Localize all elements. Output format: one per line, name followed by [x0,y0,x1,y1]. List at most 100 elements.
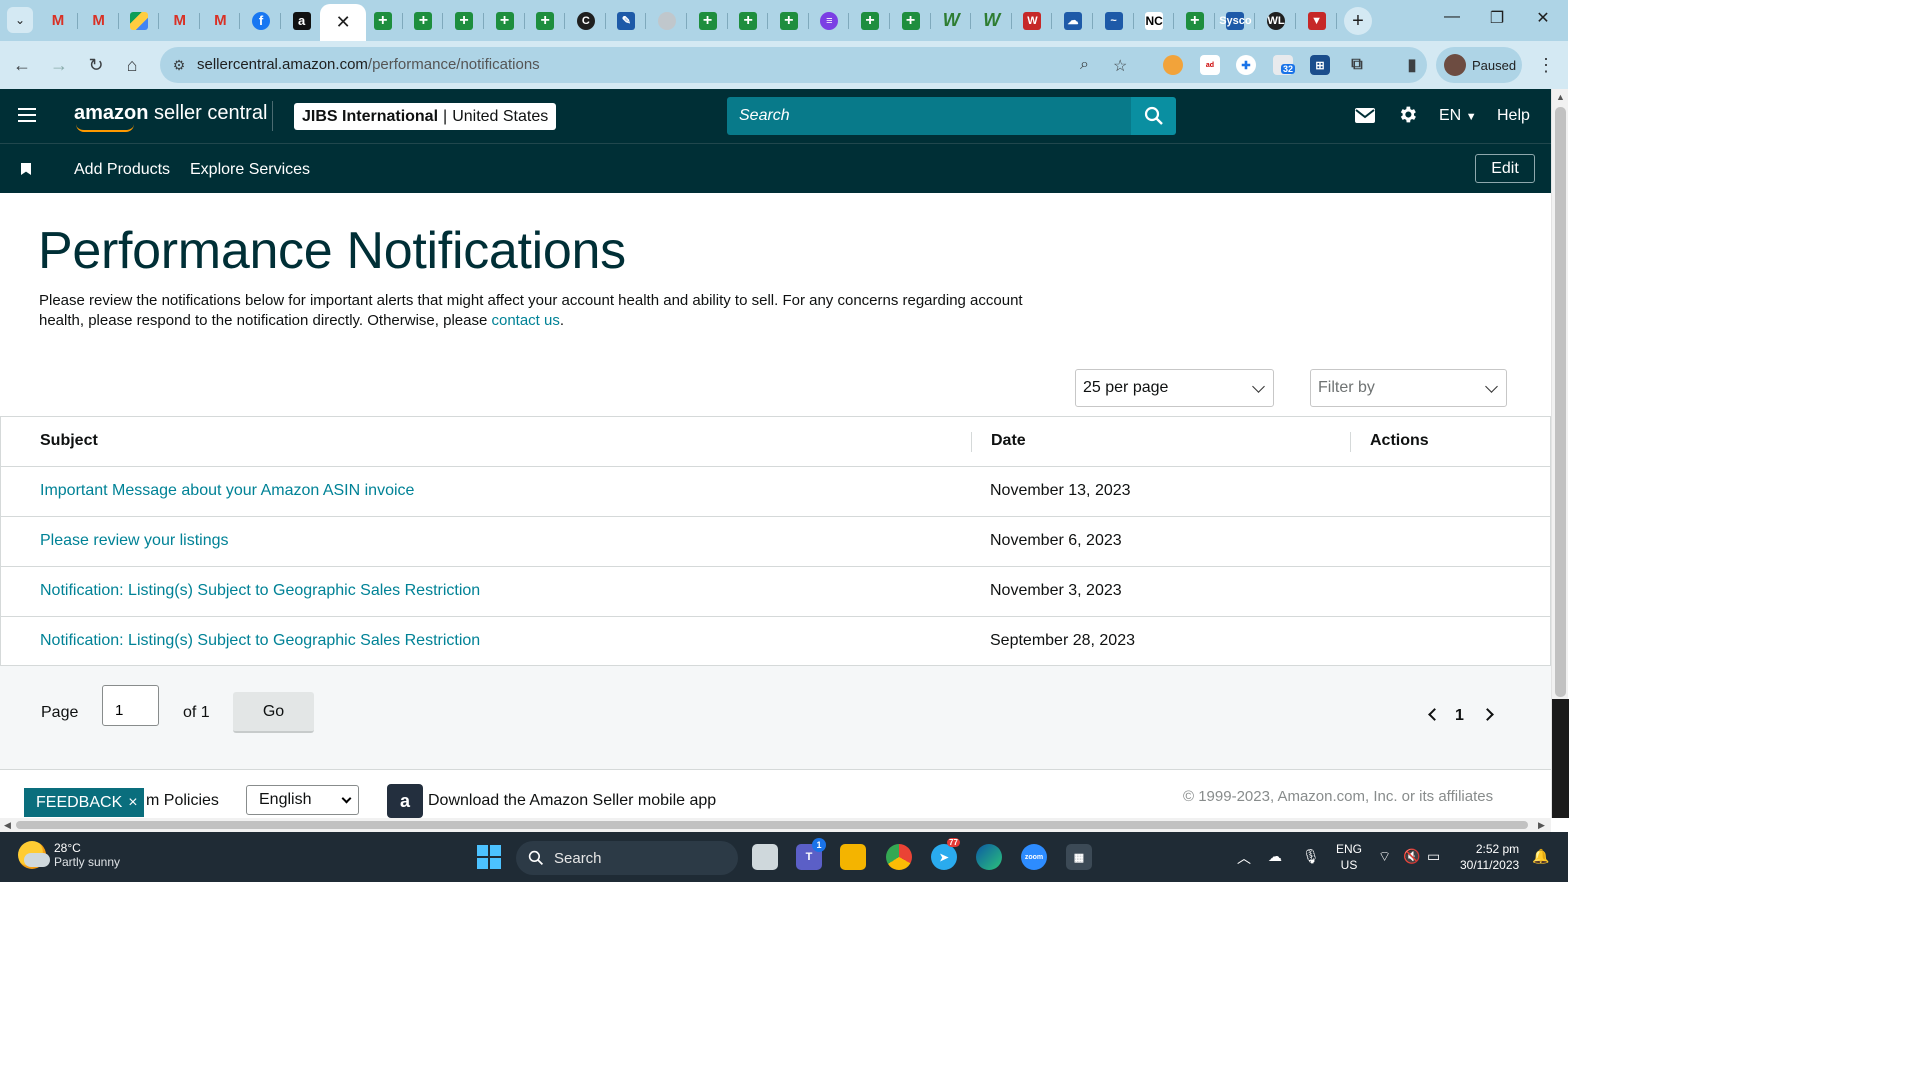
browser-tab[interactable]: ▼ [1297,4,1337,37]
current-page-number[interactable]: 1 [1455,707,1464,725]
weather-widget[interactable]: 28°C Partly sunny [18,841,120,869]
account-switcher[interactable]: JIBS International | United States [294,103,557,130]
footer-language-select[interactable]: English [246,785,359,815]
extension-orange-icon[interactable] [1163,55,1183,75]
system-clock[interactable]: 2:52 pm 30/11/2023 [1460,841,1519,873]
column-header-subject[interactable]: Subject [40,432,98,450]
edit-button[interactable]: Edit [1475,154,1535,183]
browser-tab[interactable]: ≡ [809,4,850,37]
next-page-chevron-icon[interactable] [1481,708,1494,721]
teams-icon[interactable]: T1 [796,838,826,870]
file-explorer-icon[interactable] [840,844,866,870]
extensions-puzzle-icon[interactable]: ⧉ [1347,55,1367,75]
profile-button[interactable]: Paused [1436,47,1522,83]
scroll-right-arrow-icon[interactable]: ▶ [1538,820,1545,831]
browser-tab[interactable]: C [566,4,606,37]
microphone-icon[interactable]: 🎙 [1302,848,1320,865]
minimize-button[interactable]: — [1432,8,1472,26]
program-policies-link[interactable]: m Policies [146,792,219,810]
hamburger-menu-icon[interactable] [18,108,36,122]
bookmark-icon[interactable] [21,163,31,175]
extension-badge-icon[interactable]: 32 [1273,55,1296,75]
site-info-icon[interactable]: ⚙ [170,56,188,74]
bookmark-star-icon[interactable]: ☆ [1113,56,1127,76]
amazon-app-icon[interactable]: a [387,784,423,818]
browser-tab[interactable]: + [891,4,931,37]
scroll-left-arrow-icon[interactable]: ◀ [4,820,11,831]
browser-tab[interactable]: + [363,4,403,37]
settings-gear-icon[interactable] [1397,104,1418,130]
notification-bell-icon[interactable]: 🔔 [1532,848,1549,865]
notification-subject-link[interactable]: Please review your listings [40,532,229,550]
horizontal-scroll-thumb[interactable] [16,821,1528,829]
browser-tab[interactable]: + [688,4,728,37]
browser-tab[interactable]: ✎ [606,4,647,37]
browser-tab[interactable]: W [972,4,1012,37]
browser-tab[interactable]: ☁ [1053,4,1093,37]
browser-tab[interactable]: W [1012,4,1053,37]
calculator-icon[interactable]: ▦ [1066,844,1092,870]
chrome-icon[interactable] [886,844,912,870]
browser-tab[interactable]: f [241,4,281,37]
notification-subject-link[interactable]: Important Message about your Amazon ASIN… [40,482,414,500]
notification-subject-link[interactable]: Notification: Listing(s) Subject to Geog… [40,582,480,600]
active-tab[interactable]: ✕ [320,4,367,41]
previous-page-chevron-icon[interactable] [1428,708,1441,721]
browser-tab[interactable]: + [485,4,525,37]
windows-start-icon[interactable] [477,845,501,869]
browser-tab[interactable]: + [444,4,484,37]
browser-tab[interactable]: Sysco [1215,4,1256,37]
wifi-icon[interactable]: ⌔ [1378,848,1391,866]
edge-icon[interactable] [976,844,1002,870]
close-window-button[interactable]: ✕ [1523,8,1563,28]
task-view-icon[interactable] [752,844,778,870]
browser-tab[interactable]: ~ [1094,4,1134,37]
amazon-seller-central-logo[interactable]: amazon seller central [74,102,267,132]
per-page-select[interactable]: 25 per page [1075,369,1274,407]
zoom-icon[interactable]: zoom [1021,844,1047,870]
header-search-input[interactable]: Search [727,97,1132,135]
battery-icon[interactable]: ▭ [1427,848,1440,865]
onedrive-cloud-icon[interactable]: ☁ [1268,848,1282,865]
telegram-icon[interactable]: ➤ 77 [931,838,960,870]
close-icon[interactable]: ✕ [336,12,351,33]
extension-adblock-icon[interactable]: ad [1200,55,1220,75]
tab-search-chevron-down-icon[interactable]: ⌄ [7,7,33,33]
browser-tab[interactable]: + [525,4,566,37]
search-button[interactable] [1131,97,1176,135]
input-language-indicator[interactable]: ENG US [1336,841,1362,873]
browser-tab[interactable]: WL [1256,4,1296,37]
column-header-date[interactable]: Date [991,432,1026,450]
speaker-muted-icon[interactable]: 🔇 [1403,848,1420,865]
browser-tab[interactable]: + [1175,4,1215,37]
nav-explore-services[interactable]: Explore Services [190,161,310,179]
filter-by-select[interactable]: Filter by [1310,369,1507,407]
browser-tab[interactable]: + [769,4,809,37]
download-app-link[interactable]: Download the Amazon Seller mobile app [428,792,716,810]
feedback-button[interactable]: FEEDBACK × [24,788,144,817]
browser-tab[interactable] [119,4,160,37]
restore-button[interactable]: ❐ [1477,8,1517,28]
browser-menu-button[interactable]: ⋮ [1534,53,1558,77]
browser-tab[interactable]: M [200,4,241,37]
url-text[interactable]: sellercentral.amazon.com/performance/not… [197,56,540,73]
browser-tab[interactable]: a [282,4,322,37]
language-selector[interactable]: EN ▼ [1439,107,1477,125]
back-button[interactable]: ← [10,53,34,77]
browser-tab[interactable]: M [160,4,200,37]
extension-blue-icon[interactable]: ✚ [1236,55,1256,75]
reload-button[interactable]: ↻ [84,53,108,77]
browser-tab[interactable]: W [931,4,972,37]
new-tab-button[interactable]: + [1344,7,1372,35]
page-number-input[interactable] [102,685,159,726]
mail-icon[interactable] [1355,108,1375,128]
home-button[interactable]: ⌂ [120,53,144,77]
horizontal-scrollbar[interactable]: ◀ ▶ [0,818,1551,832]
browser-tab[interactable]: NC [1134,4,1175,37]
browser-tab[interactable]: + [850,4,890,37]
contact-us-link[interactable]: contact us [491,312,559,329]
feedback-close-icon[interactable]: × [128,794,137,812]
vertical-scroll-thumb[interactable] [1555,107,1566,697]
browser-tab[interactable]: + [403,4,444,37]
forward-button[interactable]: → [47,53,71,77]
